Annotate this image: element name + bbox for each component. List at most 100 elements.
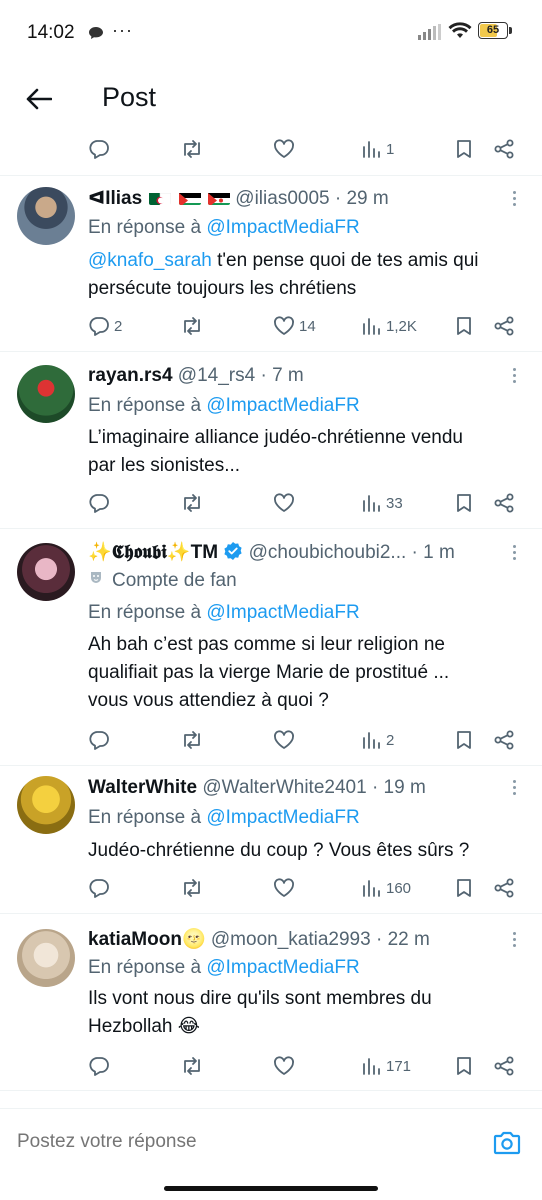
bookmark-button[interactable] [455,873,473,903]
post-time: · 1 m [411,542,455,563]
reply-to-link[interactable]: @ImpactMediaFR [206,957,359,978]
author-name[interactable]: rayan.rs4 [88,365,173,386]
reply-prefix: En réponse à [88,395,202,416]
repost-button[interactable] [180,488,204,518]
reply-button[interactable]: 2 [88,311,122,341]
reply-tweet[interactable]: ✨𝕮𝖍𝖔𝖚𝖇𝖎✨TM @choubichoubi2... · 1 m Compt… [0,529,542,765]
more-options-button[interactable] [504,188,524,212]
post-time: · 7 m [260,365,304,386]
like-button[interactable]: 14 [273,311,316,341]
home-indicator[interactable] [164,1186,378,1191]
author-handle[interactable]: @14_rs4 [178,365,255,386]
tweet-text: Ils vont nous dire qu'ils sont membres d… [88,988,432,1009]
like-button[interactable] [273,725,295,755]
reply-input[interactable] [17,1131,457,1153]
like-button[interactable] [273,873,295,903]
share-icon [494,493,514,513]
reply-button[interactable] [88,1051,110,1081]
share-icon [494,878,514,898]
views-count: 33 [386,494,403,512]
tweet-actions: 160 [0,873,542,903]
post-time: · 19 m [371,777,426,798]
views-icon [363,495,380,512]
tweet-text: Ah bah c’est pas comme si leur religion … [88,634,445,655]
bookmark-button[interactable] [455,1051,473,1081]
share-button[interactable] [493,488,515,518]
views-button[interactable]: 1,2K [362,311,417,341]
avatar[interactable] [17,187,75,245]
bookmark-button[interactable] [455,311,473,341]
reply-to-link[interactable]: @ImpactMediaFR [206,217,359,238]
bookmark-button[interactable] [455,725,473,755]
author-handle[interactable]: @choubichoubi2... [249,542,407,563]
avatar[interactable] [17,543,75,601]
reply-button[interactable] [88,873,110,903]
repost-button[interactable] [180,311,204,341]
share-button[interactable] [493,873,515,903]
like-button[interactable] [273,1051,295,1081]
avatar[interactable] [17,929,75,987]
mention-link[interactable]: @knafo_sarah [88,250,212,271]
repost-button[interactable] [180,725,204,755]
reply-tweet[interactable]: rayan.rs4 @14_rs4 · 7 m En réponse à @Im… [0,352,542,528]
reply-button[interactable] [88,134,110,164]
views-button[interactable]: 33 [362,488,403,518]
chat-bubble-icon [88,26,104,45]
reply-tweet[interactable]: katiaMoon🌝 @moon_katia2993 · 22 m En rép… [0,914,542,1090]
more-options-button[interactable] [504,777,524,801]
reply-to-link[interactable]: @ImpactMediaFR [206,602,359,623]
author-name[interactable]: ᐊIlias [88,188,142,209]
tweet-text-line: par les sionistes... [88,455,241,476]
heart-icon [274,730,294,749]
reply-to-link[interactable]: @ImpactMediaFR [206,807,359,828]
arrow-left-icon [26,88,52,110]
bookmark-icon [457,731,471,749]
share-icon [494,139,514,159]
repost-button[interactable] [180,1051,204,1081]
reply-icon [89,140,109,159]
reply-tweet[interactable]: WalterWhite @WalterWhite2401 · 19 m En r… [0,766,542,913]
page-title: Post [102,82,157,112]
avatar[interactable] [17,776,75,834]
like-button[interactable] [273,488,295,518]
views-button[interactable]: 2 [362,725,394,755]
share-button[interactable] [493,311,515,341]
like-button[interactable] [273,134,295,164]
author-name[interactable]: WalterWhite [88,777,197,798]
reply-to-link[interactable]: @ImpactMediaFR [206,395,359,416]
avatar[interactable] [17,365,75,423]
author-handle[interactable]: @WalterWhite2401 [202,777,366,798]
reply-prefix: En réponse à [88,957,202,978]
reply-button[interactable] [88,488,110,518]
share-button[interactable] [493,1051,515,1081]
author-name[interactable]: katiaMoon🌝 [88,929,206,950]
heart-icon [274,139,294,158]
share-button[interactable] [493,725,515,755]
reply-button[interactable] [88,725,110,755]
reply-tweet[interactable]: ᐊIlias @ilias0005 · 29 m En réponse à @I… [0,176,542,351]
reply-icon [89,494,109,513]
tweet-text-line: persécute toujours les chrétiens [88,278,357,299]
repost-button[interactable] [180,873,204,903]
bookmark-button[interactable] [455,488,473,518]
back-button[interactable] [22,82,56,116]
bookmark-button[interactable] [455,134,473,164]
more-options-button[interactable] [504,365,524,389]
camera-button[interactable] [492,1129,522,1162]
views-button[interactable]: 171 [362,1051,411,1081]
more-notifications-icon: ··· [112,20,133,40]
bookmark-icon [457,1057,471,1075]
author-name[interactable]: ✨𝕮𝖍𝖔𝖚𝖇𝖎✨TM [88,542,218,563]
share-button[interactable] [493,134,515,164]
more-options-button[interactable] [504,542,524,566]
author-handle[interactable]: @ilias0005 [235,188,329,209]
views-button[interactable]: 1 [362,134,394,164]
repost-button[interactable] [180,134,204,164]
views-count: 2 [386,731,395,749]
status-bar: 14:02 ··· 65 [0,0,542,66]
bookmark-icon [457,494,471,512]
views-button[interactable]: 160 [362,873,411,903]
author-handle[interactable]: @moon_katia2993 [211,929,371,950]
more-options-button[interactable] [504,929,524,953]
views-icon [363,318,380,335]
